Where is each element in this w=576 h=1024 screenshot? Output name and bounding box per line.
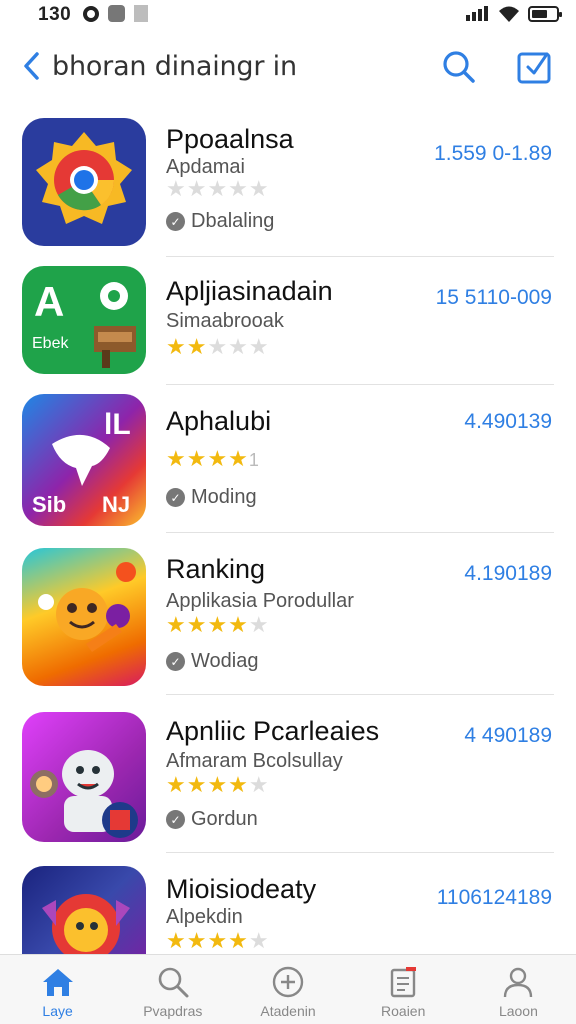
row-separator (166, 256, 554, 257)
row-separator (166, 694, 554, 695)
app-status-text: Dbalaling (191, 210, 275, 232)
signal-icon (466, 6, 488, 21)
svg-text:Ebek: Ebek (32, 335, 69, 352)
rating-stars: ★★★★1 (166, 446, 260, 471)
tab-label: Atadenin (260, 1003, 316, 1019)
svg-text:lL: lL (104, 408, 131, 441)
rating-stars: ★★★★★ (166, 772, 270, 797)
rating-count: 1 (248, 450, 260, 470)
app-status: ✓ Dbalaling (166, 210, 274, 233)
rating-stars: ★★★★★ (166, 334, 270, 359)
app-icon: lL Sib NJ (22, 394, 146, 526)
tab-search[interactable]: Pvapdras (115, 955, 230, 1024)
chevron-left-icon (24, 52, 39, 80)
app-list: Ppoaalnsa Apdamai ★★★★★ ✓ Dbalaling 1.55… (0, 100, 576, 954)
app-icon (22, 866, 146, 954)
tab-label: Laye (42, 1003, 73, 1019)
nav-bar: bhoran dinaingr in (0, 34, 576, 100)
app-status-text: Gordun (191, 808, 258, 830)
app-icon (22, 712, 146, 842)
search-icon (443, 51, 475, 83)
app-icon: A Ebek (22, 266, 146, 374)
check-icon: ✓ (166, 652, 185, 671)
browser-logo-icon (36, 132, 132, 224)
app-subtitle: Applikasia Porodullar (166, 590, 354, 612)
person-icon (500, 965, 536, 999)
app-icon (22, 118, 146, 246)
game-character-icon (38, 562, 136, 652)
tab-updates[interactable]: Roaien (346, 955, 461, 1024)
app-subtitle: Simaabrooak (166, 310, 284, 332)
check-icon: ✓ (166, 488, 185, 507)
mascot-app-icon (42, 894, 130, 954)
search-icon (155, 965, 191, 999)
row-separator (166, 384, 554, 385)
tab-label: Roaien (381, 1003, 426, 1019)
app-name: Ranking (166, 554, 266, 584)
search-button[interactable] (438, 46, 480, 88)
tab-home[interactable]: Laye (0, 955, 115, 1024)
home-icon (40, 965, 76, 999)
app-price: 15 5110-009 (435, 286, 552, 309)
app-name: Apnliic Pcarleaies (166, 716, 380, 746)
app-name: Aphalubi (166, 406, 272, 436)
app-row[interactable]: Apnliic Pcarleaies Afmaram Bcolsullay ★★… (0, 696, 576, 854)
app-subtitle: Alpekdin (166, 906, 243, 928)
app-name: Mioisiodeaty (166, 874, 317, 904)
check-icon: ✓ (166, 212, 185, 231)
back-button[interactable] (14, 48, 48, 84)
social-app-icon: lL Sib NJ (32, 408, 131, 517)
compose-button[interactable] (512, 45, 556, 89)
app-subtitle: Afmaram Bcolsullay (166, 750, 343, 772)
app-status: ✓ Gordun (166, 808, 258, 831)
rating-stars: ★★★★★ (166, 612, 270, 637)
tab-add[interactable]: Atadenin (230, 955, 345, 1024)
status-bar: 130 (0, 0, 576, 30)
app-price: 1106124189 (436, 886, 552, 909)
battery-icon (528, 6, 562, 22)
app-status: ✓ Wodiag (166, 650, 258, 673)
sim-icon (134, 5, 148, 22)
page-title: bhoran dinaingr in (52, 51, 297, 82)
character-app-icon (30, 750, 138, 838)
app-row[interactable]: lL Sib NJ Aphalubi ★★★★1 ✓ Moding 4.4901… (0, 386, 576, 534)
tab-account[interactable]: Laoon (461, 955, 576, 1024)
learning-app-icon: A Ebek (32, 278, 136, 368)
svg-text:NJ: NJ (102, 492, 130, 517)
app-status: ✓ Moding (166, 486, 257, 509)
app-status-text: Wodiag (191, 650, 259, 672)
clipboard-icon (385, 965, 421, 999)
rating-stars: ★★★★★ (166, 176, 270, 201)
app-status-text: Moding (191, 486, 257, 508)
plus-circle-icon (270, 965, 306, 999)
app-name: Ppoaalnsa (166, 124, 294, 154)
app-price: 4 490189 (464, 724, 552, 747)
rating-stars: ★★★★★ (166, 928, 270, 953)
svg-text:A: A (34, 278, 64, 325)
row-separator (166, 532, 554, 533)
svg-text:Sib: Sib (32, 492, 66, 517)
tab-label: Pvapdras (143, 1003, 203, 1019)
tab-bar: Laye Pvapdras Atadenin Roaien Laoon (0, 954, 576, 1024)
row-separator (166, 852, 554, 853)
app-price: 4.490139 (464, 410, 552, 433)
app-row[interactable]: Mioisiodeaty Alpekdin ★★★★★ 1106124189 (0, 854, 576, 954)
app-icon (22, 548, 146, 686)
app-row[interactable]: Ranking Applikasia Porodullar ★★★★★ ✓ Wo… (0, 534, 576, 696)
tab-label: Laoon (498, 1003, 538, 1019)
wifi-icon (499, 6, 519, 22)
settings-notification-icon (108, 5, 125, 22)
notification-icon (83, 6, 99, 22)
status-time: 130 (38, 4, 72, 25)
compose-icon (517, 52, 551, 84)
app-price: 4.190189 (464, 562, 552, 585)
app-row[interactable]: Ppoaalnsa Apdamai ★★★★★ ✓ Dbalaling 1.55… (0, 100, 576, 258)
app-name: Apljiasinadain (166, 276, 333, 306)
check-icon: ✓ (166, 810, 185, 829)
app-price: 1.559 0-1.89 (434, 142, 552, 165)
app-row[interactable]: A Ebek Apljiasinadain Simaabrooak ★★★★★ … (0, 258, 576, 386)
